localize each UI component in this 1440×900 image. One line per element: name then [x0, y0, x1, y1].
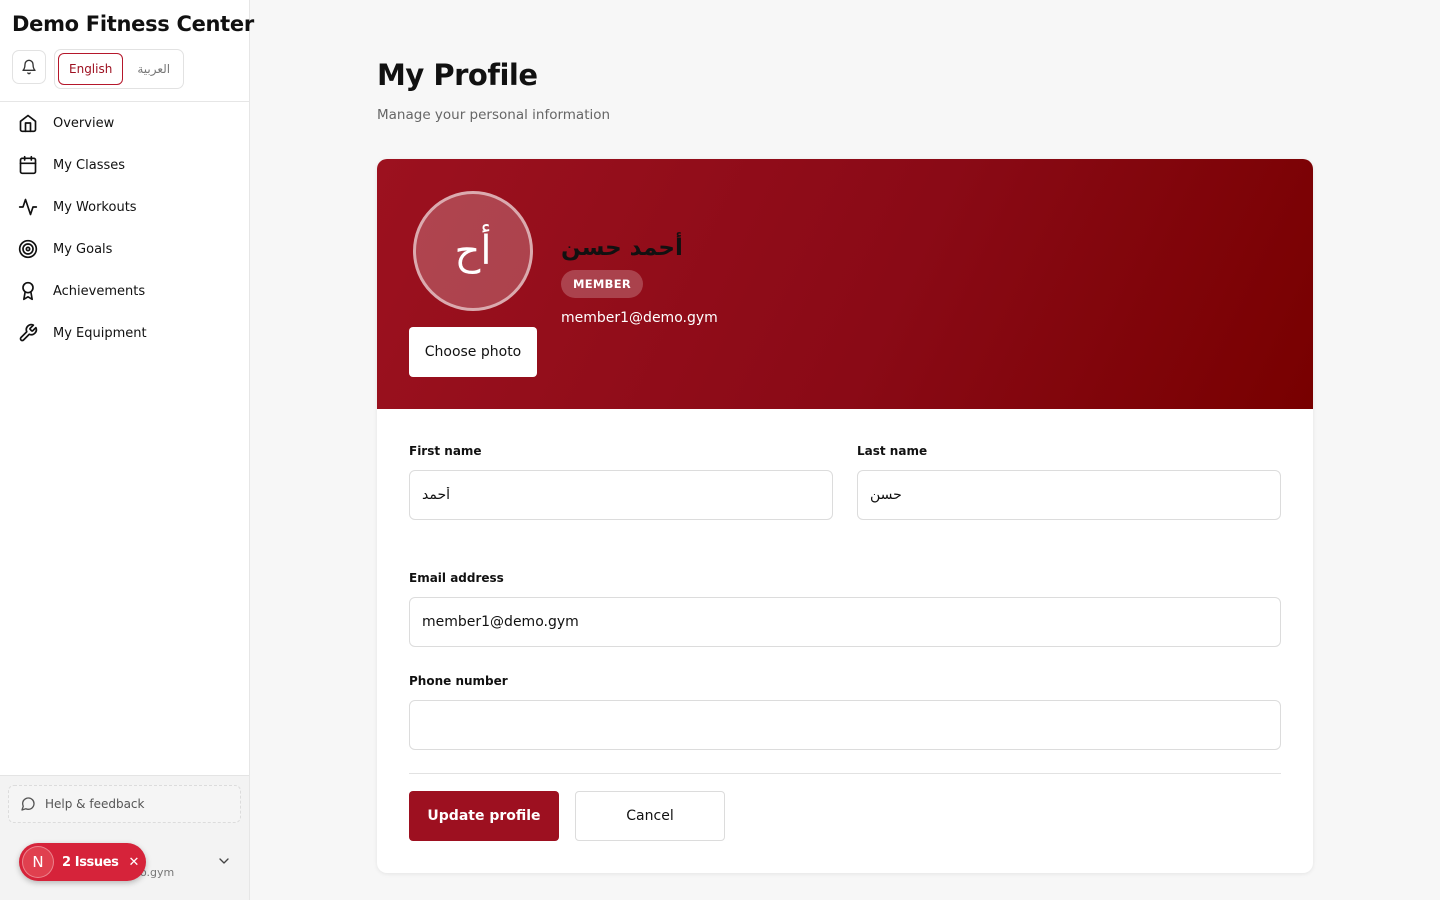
email-field[interactable]	[409, 597, 1281, 647]
profile-email: member1@demo.gym	[561, 310, 718, 326]
sidebar-item-my-classes[interactable]: My Classes	[0, 144, 249, 186]
first-name-label: First name	[409, 444, 482, 458]
close-icon[interactable]: ✕	[129, 855, 140, 870]
sidebar-footer: Help & feedback o.gym	[0, 775, 249, 900]
avatar: أح	[413, 191, 533, 311]
choose-photo-button[interactable]: Choose photo	[409, 327, 537, 377]
phone-label: Phone number	[409, 674, 508, 688]
first-name-field[interactable]	[409, 470, 833, 520]
chevron-down-icon[interactable]	[216, 853, 232, 869]
page-title: My Profile	[377, 58, 538, 92]
help-feedback-button[interactable]: Help & feedback	[8, 785, 241, 823]
page-subtitle: Manage your personal information	[377, 107, 611, 123]
language-switcher: English العربية	[54, 49, 185, 89]
email-label: Email address	[409, 571, 504, 585]
sidebar-nav: Overview My Classes My Workouts My Goals…	[0, 102, 249, 354]
home-icon	[19, 114, 37, 133]
sidebar-item-my-goals[interactable]: My Goals	[0, 228, 249, 270]
brand-title: Demo Fitness Center	[12, 12, 254, 36]
profile-card: أح Choose photo أحمد حسن MEMBER member1@…	[377, 159, 1313, 873]
profile-banner: أح Choose photo أحمد حسن MEMBER member1@…	[377, 159, 1313, 409]
sidebar-item-overview[interactable]: Overview	[0, 102, 249, 144]
sidebar-item-label: My Workouts	[53, 199, 137, 215]
last-name-field[interactable]	[857, 470, 1281, 520]
sidebar-item-my-workouts[interactable]: My Workouts	[0, 186, 249, 228]
update-profile-button[interactable]: Update profile	[409, 791, 559, 841]
sidebar-item-label: Overview	[53, 115, 115, 131]
wrench-icon	[19, 323, 38, 342]
sidebar-item-label: Achievements	[53, 283, 146, 299]
target-icon	[18, 239, 38, 259]
lang-english-button[interactable]: English	[58, 53, 124, 85]
profile-name: أحمد حسن	[561, 235, 683, 261]
lang-arabic-button[interactable]: العربية	[127, 53, 180, 85]
sidebar-item-label: My Equipment	[53, 325, 147, 341]
top-controls: English العربية	[12, 49, 185, 89]
sidebar-item-label: My Goals	[53, 241, 113, 257]
award-icon	[22, 281, 34, 301]
issues-avatar: N	[22, 846, 54, 878]
sidebar-item-label: My Classes	[53, 157, 126, 173]
user-email: o.gym	[140, 866, 175, 879]
message-circle-icon	[21, 797, 35, 811]
notifications-button[interactable]	[12, 50, 46, 84]
last-name-label: Last name	[857, 444, 928, 458]
sidebar-item-achievements[interactable]: Achievements	[0, 270, 249, 312]
form-divider	[409, 773, 1281, 774]
issues-label: 2 Issues	[62, 854, 119, 870]
sidebar-item-my-equipment[interactable]: My Equipment	[0, 312, 249, 354]
role-badge: MEMBER	[561, 270, 644, 298]
sidebar: Demo Fitness Center English العربية Over…	[0, 0, 254, 900]
cancel-button[interactable]: Cancel	[575, 791, 725, 841]
help-label: Help & feedback	[45, 797, 145, 811]
activity-icon	[18, 198, 38, 216]
calendar-icon	[19, 155, 37, 175]
phone-field[interactable]	[409, 700, 1281, 750]
issues-indicator[interactable]: N 2 Issues ✕	[19, 843, 146, 881]
bell-icon	[22, 59, 36, 75]
